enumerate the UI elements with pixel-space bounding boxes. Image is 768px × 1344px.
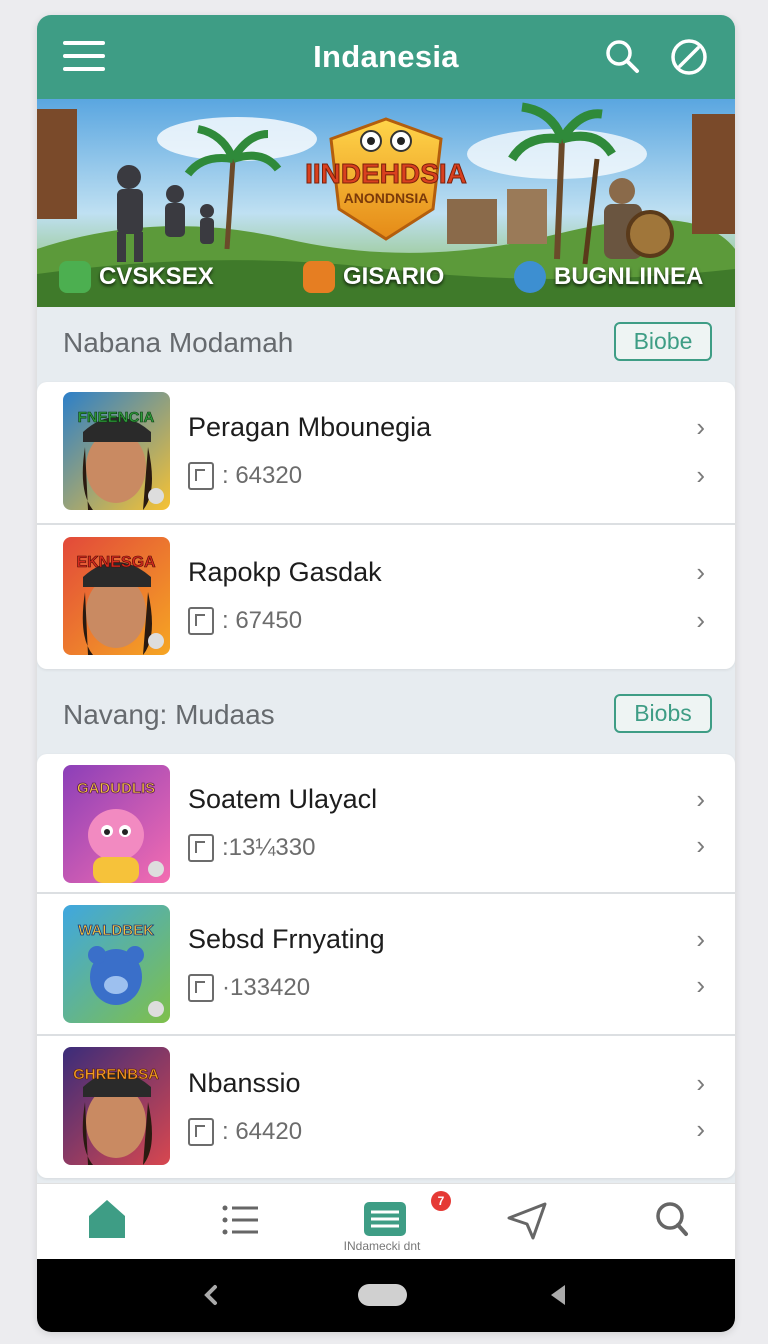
promo-banner[interactable]: IINDEHDSIA ANONDNSIA CVSKSEX GISARIO BUG…: [37, 99, 735, 307]
list-item[interactable]: FNEENCIA Peragan Mbounegia : 64320 › ›: [37, 382, 735, 525]
game-thumbnail: WALDBEK: [63, 905, 170, 1023]
notification-badge: 7: [431, 1191, 451, 1211]
phone-screen: Indanesia IINDEHDSIA ANONDNSIA CVSKSEX G…: [37, 15, 735, 1332]
save-icon: [188, 834, 214, 862]
game-list-card-1: FNEENCIA Peragan Mbounegia : 64320 › › E…: [37, 382, 735, 669]
game-thumbnail: FNEENCIA: [63, 392, 170, 510]
chevron-right-icon[interactable]: ›: [696, 1068, 705, 1099]
banner-logo-line2: ANONDNSIA: [344, 190, 429, 206]
game-meta: ·133420: [188, 974, 310, 1002]
game-title: Nbanssio: [188, 1068, 301, 1098]
chevron-right-icon[interactable]: ›: [696, 605, 705, 636]
game-thumbnail: EKNESGA: [63, 537, 170, 655]
game-title: Peragan Mbounegia: [188, 412, 432, 442]
section-title: Nabana Modamah: [63, 327, 294, 358]
chevron-right-icon[interactable]: ›: [696, 412, 705, 443]
list-item[interactable]: EKNESGA Rapokp Gasdak : 67450 › ›: [37, 525, 735, 668]
recents-icon[interactable]: [551, 1285, 565, 1305]
list-item[interactable]: GHRENBSA Nbanssio : 64420 › ›: [37, 1036, 735, 1178]
banner-chip-label: BUGNLIINEA: [554, 263, 704, 290]
thumb-text: GADUDLIS: [77, 780, 155, 797]
game-title: Sebsd Frnyating: [188, 924, 385, 954]
game-thumbnail: GADUDLIS: [63, 765, 170, 883]
section-action-button[interactable]: Biobs: [614, 694, 712, 733]
feed-icon[interactable]: [355, 1194, 415, 1244]
back-icon[interactable]: [204, 1285, 217, 1305]
bottom-navigation: 7 INdamecki dnt: [37, 1183, 735, 1259]
search-icon[interactable]: [603, 37, 643, 77]
game-meta: : 64320: [188, 462, 302, 490]
game-title: Rapokp Gasdak: [188, 557, 382, 587]
game-meta: :13¼330: [188, 834, 315, 862]
list-icon[interactable]: [210, 1194, 270, 1244]
thumb-text: FNEENCIA: [78, 409, 155, 426]
home-pill-icon[interactable]: [358, 1284, 407, 1306]
banner-chip-label: CVSKSEX: [99, 263, 214, 290]
chevron-right-icon[interactable]: ›: [696, 830, 705, 861]
chevron-right-icon[interactable]: ›: [696, 970, 705, 1001]
game-meta-value: : 64420: [222, 1118, 303, 1145]
section-header-1: Nabana Modamah Biobe: [37, 307, 735, 381]
save-icon: [188, 1118, 214, 1146]
chevron-right-icon[interactable]: ›: [696, 924, 705, 955]
game-title: Soatem Ulayacl: [188, 784, 378, 814]
game-meta: : 67450: [188, 607, 302, 635]
nav-caption: INdamecki dnt: [343, 1239, 421, 1253]
list-item[interactable]: GADUDLIS Soatem Ulayacl :13¼330 › ›: [37, 754, 735, 894]
thumb-text: WALDBEK: [78, 922, 154, 939]
puzzle-icon: [514, 261, 546, 293]
banner-chip-3[interactable]: BUGNLIINEA: [514, 261, 703, 293]
banner-chip-2[interactable]: GISARIO: [303, 261, 444, 293]
section-title: Navang: Mudaas: [63, 699, 275, 730]
save-icon: [188, 974, 214, 1002]
banner-chip-1[interactable]: CVSKSEX: [59, 261, 214, 293]
save-icon: [188, 462, 214, 490]
list-item[interactable]: WALDBEK Sebsd Frnyating ·133420 › ›: [37, 894, 735, 1036]
chevron-right-icon[interactable]: ›: [696, 557, 705, 588]
box-icon: [303, 261, 335, 293]
game-meta-value: : 67450: [222, 607, 303, 634]
chevron-right-icon[interactable]: ›: [696, 784, 705, 815]
banner-logo-line1: IINDEHDSIA: [305, 158, 467, 189]
search-icon[interactable]: [642, 1194, 702, 1244]
game-meta-value: : 64320: [222, 462, 303, 489]
game-meta: : 64420: [188, 1118, 302, 1146]
section-header-2: Navang: Mudaas Biobs: [37, 679, 735, 753]
home-icon[interactable]: [77, 1194, 137, 1244]
game-meta-value: ·133420: [222, 974, 311, 1001]
thumb-text: GHRENBSA: [73, 1066, 159, 1083]
send-icon[interactable]: [497, 1194, 557, 1244]
chevron-right-icon[interactable]: ›: [696, 1114, 705, 1145]
game-thumbnail: GHRENBSA: [63, 1047, 170, 1165]
save-icon: [188, 607, 214, 635]
game-list-card-2: GADUDLIS Soatem Ulayacl :13¼330 › › WALD…: [37, 754, 735, 1178]
section-action-button[interactable]: Biobe: [614, 322, 712, 361]
compass-icon[interactable]: [669, 37, 709, 77]
banner-chip-label: GISARIO: [343, 263, 445, 290]
game-meta-value: :13¼330: [222, 834, 316, 861]
system-navigation-bar: [37, 1259, 735, 1332]
app-bar: Indanesia: [37, 15, 735, 99]
gamepad-icon: [59, 261, 91, 293]
chevron-right-icon[interactable]: ›: [696, 460, 705, 491]
thumb-text: EKNESGA: [76, 554, 156, 571]
